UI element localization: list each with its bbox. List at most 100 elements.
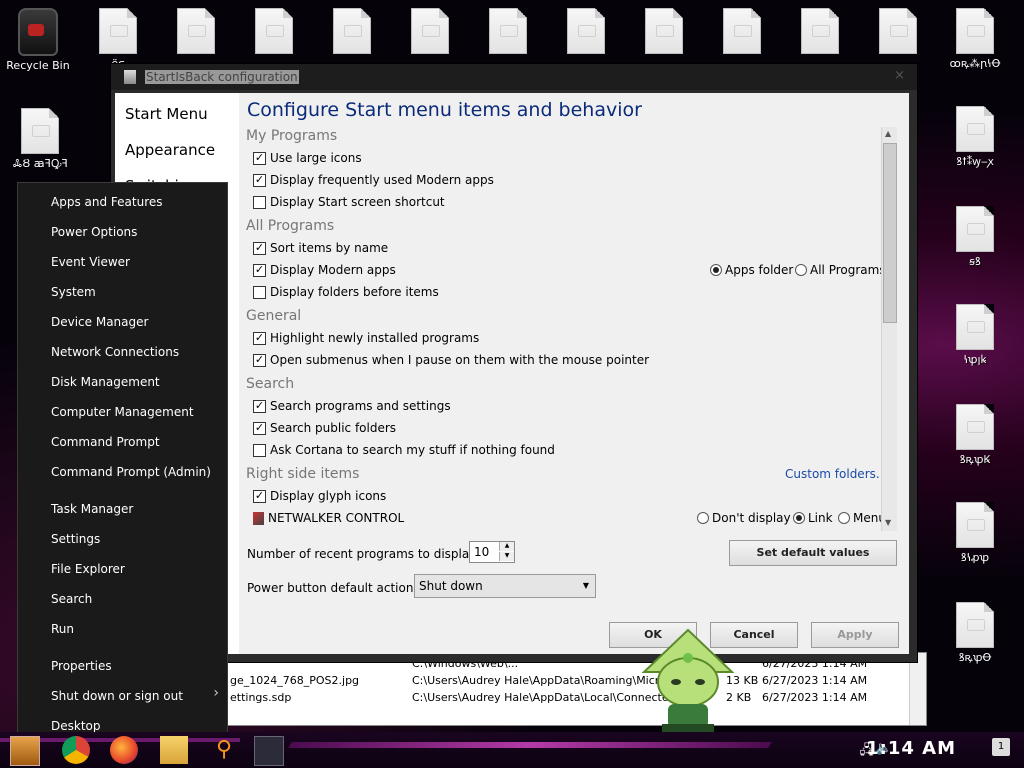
menu-item-file-explorer[interactable]: File Explorer (51, 562, 125, 576)
menu-item-properties[interactable]: Properties (51, 659, 112, 673)
menu-item-system[interactable]: System (51, 285, 96, 299)
desktop-icon[interactable]: ꔆȢ ꜳꟻꝘꟻ (5, 108, 75, 170)
file-explorer-window[interactable]: C:\Windows\Web\... 6/27/2023 1:14 AM ge_… (225, 652, 927, 726)
stepper-down-icon[interactable]: ▼ (499, 552, 514, 561)
config-app-icon[interactable] (254, 736, 284, 766)
stepper-up-icon[interactable]: ▲ (499, 542, 514, 551)
desktop-icon[interactable]: ëϛ (83, 8, 153, 70)
menu-item-search[interactable]: Search (51, 592, 92, 606)
desktop-icon[interactable] (473, 8, 543, 54)
menu-item-event-viewer[interactable]: Event Viewer (51, 255, 130, 269)
radio-all-programs[interactable]: All Programs (795, 263, 886, 277)
radio-menu[interactable]: Menu (838, 511, 886, 525)
checkbox-checked[interactable] (253, 353, 266, 367)
menu-item-command-prompt[interactable]: Command Prompt (51, 435, 160, 449)
power-action-select[interactable]: Shut down ▼ (414, 574, 596, 598)
checkbox-unchecked[interactable] (253, 443, 266, 457)
firefox-icon[interactable] (110, 736, 138, 764)
recent-programs-stepper[interactable]: 10 ▲ ▼ (469, 541, 515, 563)
desktop-icon[interactable]: ꝸꝉ⁑ꝡ‒ꭗ (940, 106, 1010, 168)
desktop-icon[interactable]: ꞩꝸ (940, 206, 1010, 268)
checkbox-checked[interactable] (253, 173, 266, 187)
menu-item-power-options[interactable]: Power Options (51, 225, 137, 239)
desktop-icon[interactable]: ꝇꝕꞁꝃ (940, 304, 1010, 366)
vertical-scrollbar[interactable] (909, 653, 926, 725)
options-list[interactable]: My Programs Use large icons Display freq… (245, 127, 897, 531)
checkbox-checked[interactable] (253, 421, 266, 435)
desktop-icon[interactable] (551, 8, 621, 54)
desktop-icon[interactable] (629, 8, 699, 54)
checkbox-use-large-icons[interactable]: Use large icons (253, 149, 362, 167)
desktop-icon-recycle-bin[interactable]: Recycle Bin (3, 8, 73, 72)
nav-item-appearance[interactable]: Appearance (125, 141, 215, 159)
checkbox-checked[interactable] (253, 489, 266, 503)
menu-item-settings[interactable]: Settings (51, 532, 100, 546)
desktop-icon[interactable]: ꝸꝶꝕꝂ (940, 404, 1010, 466)
set-default-button[interactable]: Set default values (729, 540, 897, 566)
desktop-icon[interactable] (239, 8, 309, 54)
checkbox-checked[interactable] (253, 241, 266, 255)
close-icon[interactable]: × (894, 68, 905, 83)
checkbox-search-programs[interactable]: Search programs and settings (253, 397, 451, 415)
desktop-icon[interactable]: ꝏꝶ⁂ꞃꝇꝊ (940, 8, 1010, 70)
radio-unselected[interactable] (795, 264, 807, 276)
desktop-icon[interactable] (785, 8, 855, 54)
checkbox-checked[interactable] (253, 151, 266, 165)
custom-folders-link[interactable]: Custom folders... (785, 467, 887, 481)
checkbox-highlight-new[interactable]: Highlight newly installed programs (253, 329, 479, 347)
radio-link[interactable]: Link (793, 511, 833, 525)
menu-item-task-manager[interactable]: Task Manager (51, 502, 133, 516)
menu-item-command-prompt-admin[interactable]: Command Prompt (Admin) (51, 465, 211, 479)
menu-item-computer-management[interactable]: Computer Management (51, 405, 194, 419)
scroll-up-icon[interactable]: ▲ (885, 129, 891, 138)
checkbox-open-submenus[interactable]: Open submenus when I pause on them with … (253, 351, 649, 369)
notification-icon[interactable]: 1 (992, 738, 1010, 756)
search-icon[interactable]: ⚲ (210, 736, 238, 764)
desktop-icon[interactable] (395, 8, 465, 54)
checkbox-frequent-modern-apps[interactable]: Display frequently used Modern apps (253, 171, 494, 189)
menu-item-apps-features[interactable]: Apps and Features (51, 195, 163, 209)
nav-item-start-menu[interactable]: Start Menu (125, 105, 208, 123)
desktop-icon[interactable] (161, 8, 231, 54)
menu-item-disk-management[interactable]: Disk Management (51, 375, 160, 389)
checkbox-checked[interactable] (253, 331, 266, 345)
desktop-icon[interactable] (707, 8, 777, 54)
radio-unselected[interactable] (697, 512, 709, 524)
radio-selected[interactable] (710, 264, 722, 276)
radio-unselected[interactable] (838, 512, 850, 524)
file-explorer-icon[interactable] (160, 736, 188, 764)
checkbox-start-screen-shortcut[interactable]: Display Start screen shortcut (253, 193, 445, 211)
menu-item-network-connections[interactable]: Network Connections (51, 345, 179, 359)
desktop-icon[interactable] (317, 8, 387, 54)
checkbox-sort-items[interactable]: Sort items by name (253, 239, 388, 257)
dialog-titlebar[interactable]: StartIsBack configuration × (111, 64, 917, 90)
desktop-icon[interactable]: ꝸꝇꝓꝕ (940, 502, 1010, 564)
apply-button[interactable]: Apply (811, 622, 899, 648)
checkbox-checked[interactable] (253, 399, 266, 413)
checkbox-unchecked[interactable] (253, 195, 266, 209)
netwalker-item[interactable]: NETWALKER CONTROL (253, 509, 404, 527)
checkbox-search-public[interactable]: Search public folders (253, 419, 396, 437)
scrollbar-thumb[interactable] (883, 143, 897, 323)
checkbox-checked[interactable] (253, 263, 266, 277)
scroll-down-icon[interactable]: ▼ (885, 518, 891, 527)
checkbox-ask-cortana[interactable]: Ask Cortana to search my stuff if nothin… (253, 441, 555, 459)
menu-item-desktop[interactable]: Desktop (51, 719, 101, 733)
desktop-icon[interactable] (863, 8, 933, 54)
menu-item-shut-down[interactable]: Shut down or sign out (51, 689, 183, 703)
radio-dont-display[interactable]: Don't display (697, 511, 791, 525)
checkbox-glyph-icons[interactable]: Display glyph icons (253, 487, 386, 505)
chrome-icon[interactable] (62, 736, 90, 764)
menu-item-run[interactable]: Run (51, 622, 74, 636)
table-row[interactable]: ettings.sdp C:\Users\Audrey Hale\AppData… (226, 689, 910, 706)
clock[interactable]: 1:14 AM (866, 738, 956, 759)
radio-selected[interactable] (793, 512, 805, 524)
table-row[interactable]: ge_1024_768_POS2.jpg C:\Users\Audrey Hal… (226, 672, 910, 689)
checkbox-folders-before-items[interactable]: Display folders before items (253, 283, 439, 301)
menu-item-device-manager[interactable]: Device Manager (51, 315, 148, 329)
checkbox-display-modern-apps[interactable]: Display Modern apps (253, 261, 396, 279)
start-button-icon[interactable] (10, 736, 40, 766)
radio-apps-folder[interactable]: Apps folder (710, 263, 793, 277)
desktop-icon[interactable]: ꝸꝶꝕꝊ (940, 602, 1010, 664)
vertical-scrollbar[interactable]: ▲ ▼ (881, 127, 897, 531)
